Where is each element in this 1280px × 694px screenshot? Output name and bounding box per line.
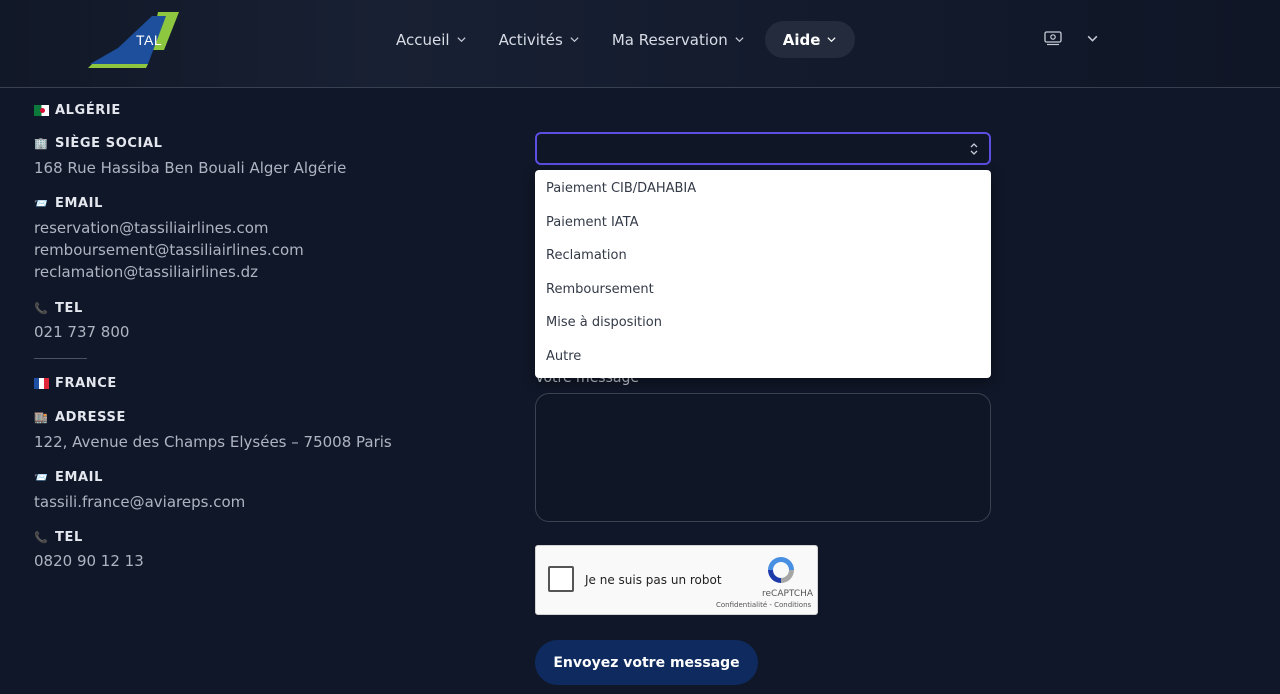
nav-accueil-label: Accueil <box>396 30 450 49</box>
subject-dropdown: Paiement CIB/DAHABIA Paiement IATA Recla… <box>535 170 991 378</box>
tel-heading-fr: 📞 TEL <box>34 530 83 545</box>
nav-accueil[interactable]: Accueil <box>384 21 479 58</box>
email-france[interactable]: tassili.france@aviareps.com <box>34 493 245 511</box>
tel-label-fr: TEL <box>55 530 83 545</box>
chevron-down-icon <box>1087 35 1098 42</box>
tel-value-dz[interactable]: 021 737 800 <box>34 323 129 341</box>
france-flag-icon <box>34 378 49 389</box>
recaptcha-links[interactable]: Confidentialité - Conditions <box>716 601 811 609</box>
section-divider <box>34 358 87 359</box>
email-label-dz: EMAIL <box>55 196 103 211</box>
tel-value-fr[interactable]: 0820 90 12 13 <box>34 552 144 570</box>
option-mise-a-disposition[interactable]: Mise à disposition <box>546 315 662 330</box>
envelope-icon: 📨 <box>34 471 49 484</box>
email-remboursement[interactable]: remboursement@tassiliairlines.com <box>34 241 304 259</box>
nav-ma-reservation[interactable]: Ma Reservation <box>600 21 757 58</box>
country-algeria: ALGÉRIE <box>34 103 121 118</box>
phone-icon: 📞 <box>34 531 49 544</box>
algeria-flag-icon <box>34 105 49 116</box>
email-reservation[interactable]: reservation@tassiliairlines.com <box>34 219 269 237</box>
option-paiement-cib[interactable]: Paiement CIB/DAHABIA <box>546 181 696 196</box>
phone-icon: 📞 <box>34 302 49 315</box>
chevron-down-icon <box>456 37 466 43</box>
currency-selector[interactable] <box>1044 30 1099 46</box>
siege-social-heading: 🏢 SIÈGE SOCIAL <box>34 136 163 151</box>
email-reclamation[interactable]: reclamation@tassiliairlines.dz <box>34 263 258 281</box>
country-france-label: FRANCE <box>55 376 117 391</box>
site-header: TAL Accueil Activités Ma Reservation Aid… <box>0 0 1280 88</box>
select-arrows-icon <box>970 143 978 155</box>
adresse-label: ADRESSE <box>55 410 126 425</box>
recaptcha-widget: Je ne suis pas un robot reCAPTCHA Confid… <box>535 545 818 615</box>
nav-aide-label: Aide <box>782 30 821 49</box>
nav-aide[interactable]: Aide <box>764 21 856 58</box>
building-icon: 🏢 <box>34 137 49 150</box>
option-reclamation[interactable]: Reclamation <box>546 248 627 263</box>
country-france: FRANCE <box>34 376 117 391</box>
email-heading-dz: 📨 EMAIL <box>34 196 103 211</box>
recaptcha-logo-icon <box>768 557 794 583</box>
adresse-heading: 🏬 ADRESSE <box>34 410 126 425</box>
option-autre[interactable]: Autre <box>546 349 581 364</box>
siege-social-label: SIÈGE SOCIAL <box>55 136 163 151</box>
recaptcha-checkbox[interactable] <box>548 566 574 592</box>
option-remboursement[interactable]: Remboursement <box>546 282 654 297</box>
envelope-icon: 📨 <box>34 197 49 210</box>
nav-activites-label: Activités <box>498 30 563 49</box>
email-heading-fr: 📨 EMAIL <box>34 470 103 485</box>
tel-label-dz: TEL <box>55 301 83 316</box>
logo-text: TAL <box>136 32 163 48</box>
nav-activites[interactable]: Activités <box>487 21 592 58</box>
message-textarea[interactable] <box>535 393 991 522</box>
country-algeria-label: ALGÉRIE <box>55 103 121 118</box>
send-message-button[interactable]: Envoyez votre message <box>535 640 758 685</box>
siege-social-address: 168 Rue Hassiba Ben Bouali Alger Algérie <box>34 159 347 177</box>
chevron-down-icon <box>827 37 836 43</box>
nav-ma-reservation-label: Ma Reservation <box>611 30 728 49</box>
email-label-fr: EMAIL <box>55 470 103 485</box>
recaptcha-text: Je ne suis pas un robot <box>585 573 722 587</box>
building-icon: 🏬 <box>34 411 49 424</box>
money-icon <box>1044 31 1062 46</box>
subject-select[interactable] <box>535 132 991 165</box>
option-paiement-iata[interactable]: Paiement IATA <box>546 215 639 230</box>
adresse-value: 122, Avenue des Champs Elysées – 75008 P… <box>34 433 392 451</box>
tel-heading-dz: 📞 TEL <box>34 301 83 316</box>
recaptcha-brand: reCAPTCHA <box>762 589 814 599</box>
main-nav: Accueil Activités Ma Reservation Aide <box>384 21 863 58</box>
chevron-down-icon <box>735 37 744 43</box>
chevron-down-icon <box>570 37 579 43</box>
